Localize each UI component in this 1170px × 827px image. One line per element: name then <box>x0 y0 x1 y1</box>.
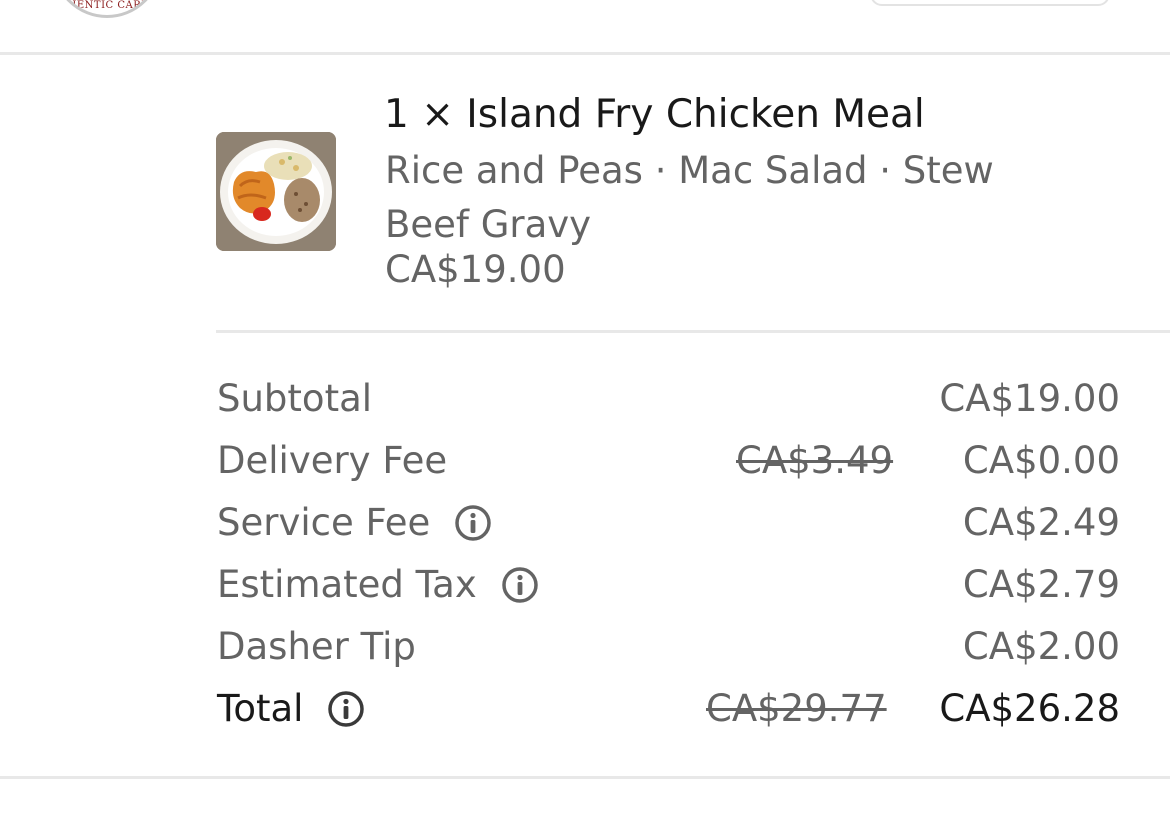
delivery-fee-label: Delivery Fee <box>217 439 448 482</box>
order-summary: Subtotal CA$19.00 Delivery Fee CA$3.49 C… <box>216 375 1120 747</box>
cart-item[interactable]: 1 × Island Fry Chicken Meal Rice and Pea… <box>216 92 1170 332</box>
total-original: CA$29.77 <box>706 687 887 730</box>
item-title: 1 × Island Fry Chicken Meal <box>384 92 925 137</box>
subtotal-label: Subtotal <box>217 377 373 420</box>
delivery-fee-value: CA$0.00 <box>962 439 1120 482</box>
total-row: Total CA$29.77 CA$26.28 <box>216 685 1120 747</box>
dasher-tip-label: Dasher Tip <box>217 625 416 668</box>
logo-text: THENTIC CARIB <box>60 0 154 11</box>
dasher-tip-value: CA$2.00 <box>962 625 1120 668</box>
header-pill-button[interactable] <box>870 0 1110 6</box>
service-fee-label-group: Service Fee <box>217 501 492 544</box>
total-label-group: Total <box>217 687 365 730</box>
info-circle-icon[interactable] <box>454 504 492 542</box>
total-label: Total <box>217 687 304 730</box>
subtotal-row: Subtotal CA$19.00 <box>216 375 1120 437</box>
restaurant-logo[interactable]: THENTIC CARIB <box>52 0 162 18</box>
dasher-tip-row: Dasher Tip CA$2.00 <box>216 623 1120 685</box>
estimated-tax-value: CA$2.79 <box>962 563 1120 606</box>
estimated-tax-row: Estimated Tax CA$2.79 <box>216 561 1120 623</box>
service-fee-row: Service Fee CA$2.49 <box>216 499 1120 561</box>
top-bar: THENTIC CARIB <box>0 0 1170 55</box>
estimated-tax-label-group: Estimated Tax <box>217 563 539 606</box>
food-photo-icon <box>216 132 336 251</box>
item-price: CA$19.00 <box>385 248 566 291</box>
item-thumbnail <box>216 132 336 251</box>
service-fee-label: Service Fee <box>217 501 431 544</box>
divider <box>0 776 1170 779</box>
delivery-fee-original: CA$3.49 <box>736 439 894 482</box>
divider <box>216 330 1170 333</box>
service-fee-value: CA$2.49 <box>962 501 1120 544</box>
total-value: CA$26.28 <box>939 687 1120 730</box>
subtotal-value: CA$19.00 <box>939 377 1120 420</box>
estimated-tax-label: Estimated Tax <box>217 563 477 606</box>
info-circle-icon[interactable] <box>327 690 365 728</box>
info-circle-icon[interactable] <box>501 566 539 604</box>
delivery-fee-row: Delivery Fee CA$3.49 CA$0.00 <box>216 437 1120 499</box>
item-options: Rice and Peas · Mac Salad · Stew Beef Gr… <box>385 149 994 246</box>
